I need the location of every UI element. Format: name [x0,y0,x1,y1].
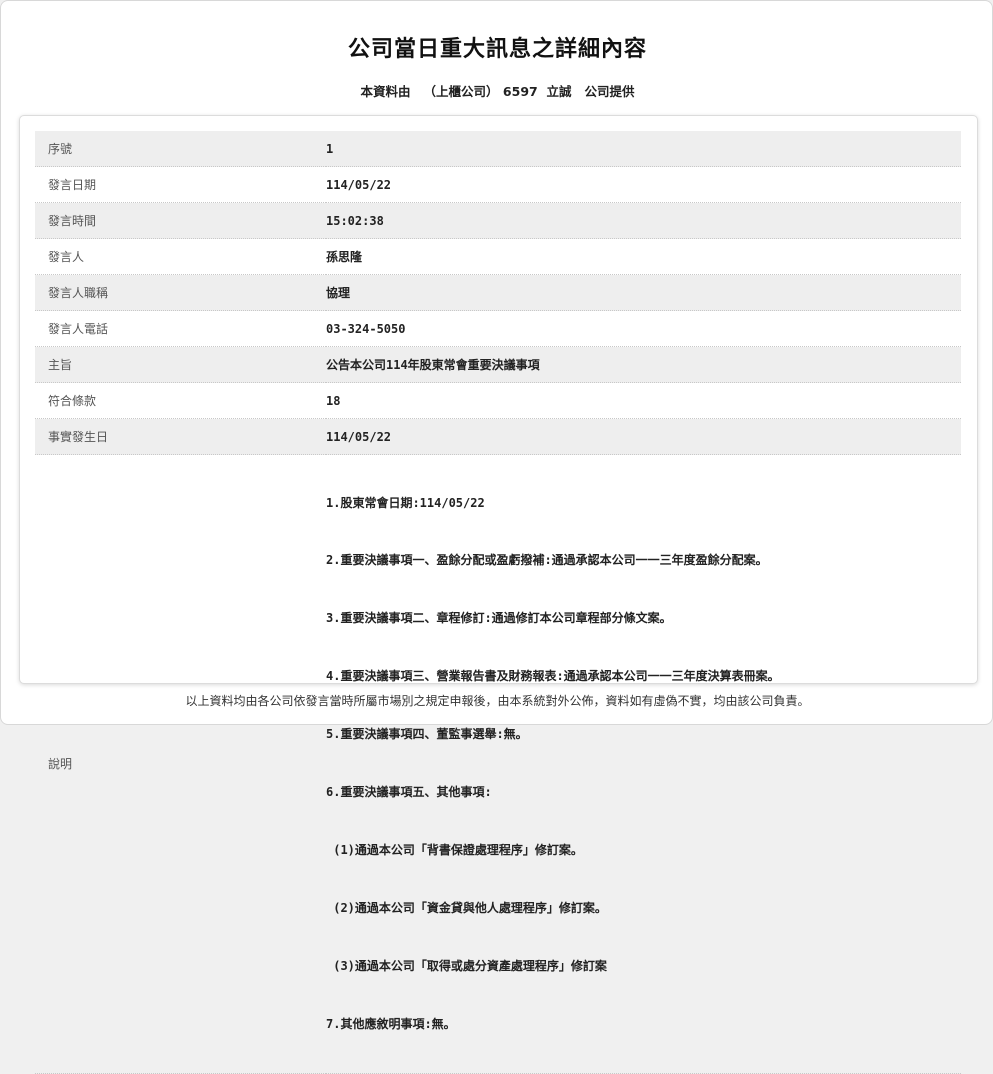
row-label: 發言日期 [35,166,326,203]
provider-market: （上櫃公司） [423,84,499,99]
detail-card: 序號 1 發言日期 114/05/22 發言時間 15:02:38 發言人 孫思… [19,115,978,1074]
row-occurrence-date: 事實發生日 114/05/22 [35,418,961,455]
row-value: 公告本公司114年股東常會重要決議事項 [326,346,961,383]
detail-table: 序號 1 發言日期 114/05/22 發言時間 15:02:38 發言人 孫思… [35,131,961,1074]
row-value: 114/05/22 [326,418,961,455]
row-label: 符合條款 [35,382,326,419]
row-value: 03-324-5050 [326,310,961,347]
row-value: 協理 [326,274,961,311]
provider-suffix: 公司提供 [584,84,635,99]
provider-prefix: 本資料由 [360,84,411,99]
description-line: 3.重要決議事項二、章程修訂:通過修訂本公司章程部分條文案。 [326,611,672,626]
disclaimer-footer: 以上資料均由各公司依發言當時所屬市場別之規定申報後，由本系統對外公佈，資料如有虛… [185,694,810,708]
row-label: 事實發生日 [35,418,326,455]
row-spokesperson: 發言人 孫思隆 [35,238,961,275]
provider-line: 本資料由 （上櫃公司） 6597 立誠 公司提供 [1,81,993,100]
row-serial-number: 序號 1 [35,131,961,167]
row-spokesperson-title: 發言人職稱 協理 [35,274,961,311]
description-line: (2)通過本公司「資金貸與他人處理程序」修訂案。 [326,900,607,915]
row-value: 114/05/22 [326,166,961,203]
row-label: 主旨 [35,346,326,383]
row-label: 發言人 [35,238,326,275]
description-line: (3)通過本公司「取得或處分資產處理程序」修訂案 [326,958,607,973]
description-line: 2.重要決議事項一、盈餘分配或盈虧撥補:通過承認本公司一一三年度盈餘分配案。 [326,553,768,568]
page-container: 公司當日重大訊息之詳細內容 本資料由 （上櫃公司） 6597 立誠 公司提供 序… [0,0,993,1074]
row-label: 發言時間 [35,202,326,239]
page-title: 公司當日重大訊息之詳細內容 [347,37,647,62]
row-spokesperson-phone: 發言人電話 03-324-5050 [35,310,961,347]
row-applicable-clause: 符合條款 18 [35,382,961,419]
row-description: 說明 1.股東常會日期:114/05/22 2.重要決議事項一、盈餘分配或盈虧撥… [35,454,961,1074]
description-line: 6.重要決議事項五、其他事項: [326,785,492,800]
company-code: 6597 [502,84,538,99]
company-name: 立誠 [546,84,572,99]
row-label: 發言人電話 [35,310,326,347]
row-value: 孫思隆 [326,238,961,275]
description-line: 4.重要決議事項三、營業報告書及財務報表:通過承認本公司一一三年度決算表冊案。 [326,669,780,684]
description-line: 5.重要決議事項四、董監事選舉:無。 [326,727,528,742]
row-label: 說明 [35,454,326,1074]
row-label: 序號 [35,131,326,167]
row-subject: 主旨 公告本公司114年股東常會重要決議事項 [35,346,961,383]
row-announce-time: 發言時間 15:02:38 [35,202,961,239]
description-line: 1.股東常會日期:114/05/22 [326,495,485,510]
description-line: 7.其他應敘明事項:無。 [326,1016,456,1031]
row-value: 15:02:38 [326,202,961,239]
row-value: 1 [326,131,961,167]
description-line: (1)通過本公司「背書保證處理程序」修訂案。 [326,842,583,857]
description-content: 1.股東常會日期:114/05/22 2.重要決議事項一、盈餘分配或盈虧撥補:通… [326,454,961,1074]
row-announce-date: 發言日期 114/05/22 [35,166,961,203]
row-label: 發言人職稱 [35,274,326,311]
row-value: 18 [326,382,961,419]
